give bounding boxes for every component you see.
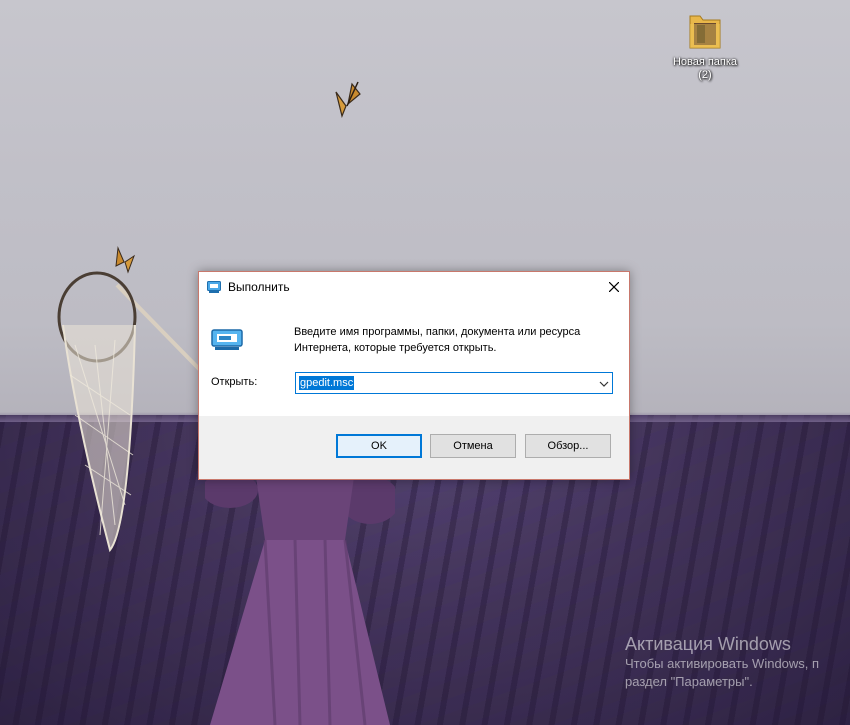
- dialog-title: Выполнить: [228, 280, 290, 294]
- run-icon: [207, 280, 221, 298]
- dialog-description: Введите имя программы, папки, документа …: [294, 326, 581, 354]
- open-input-value[interactable]: gpedit.msc: [299, 376, 355, 390]
- butterfly-icon: [335, 81, 361, 118]
- close-icon: [609, 282, 619, 292]
- dialog-button-bar: OK Отмена Обзор...: [199, 416, 629, 479]
- run-dialog: Выполнить Введите имя программы, папки, …: [198, 271, 630, 480]
- activation-title: Активация Windows: [625, 634, 791, 654]
- windows-activation-watermark: Активация Windows Чтобы активировать Win…: [625, 633, 819, 691]
- close-button[interactable]: [599, 272, 629, 302]
- dialog-body: Введите имя программы, папки, документа …: [199, 302, 629, 416]
- activation-text-line2: раздел "Параметры".: [625, 674, 753, 689]
- wallpaper-girl: [205, 470, 395, 725]
- activation-text-line1: Чтобы активировать Windows, п: [625, 656, 820, 671]
- open-label: Открыть:: [211, 376, 258, 388]
- desktop-icon-label: Новая папка: [672, 56, 738, 68]
- dialog-titlebar[interactable]: Выполнить: [199, 272, 629, 302]
- open-combobox[interactable]: gpedit.msc: [295, 372, 613, 394]
- desktop-icon-new-folder[interactable]: Новая папка (2): [662, 10, 748, 82]
- folder-icon: [688, 10, 722, 50]
- browse-button[interactable]: Обзор...: [525, 434, 611, 458]
- ok-button[interactable]: OK: [336, 434, 422, 458]
- run-large-icon: [211, 329, 245, 356]
- chevron-down-icon[interactable]: [599, 377, 609, 395]
- butterfly-net: [57, 271, 207, 553]
- cancel-button[interactable]: Отмена: [430, 434, 516, 458]
- desktop-icon-label-line2: (2): [698, 69, 712, 81]
